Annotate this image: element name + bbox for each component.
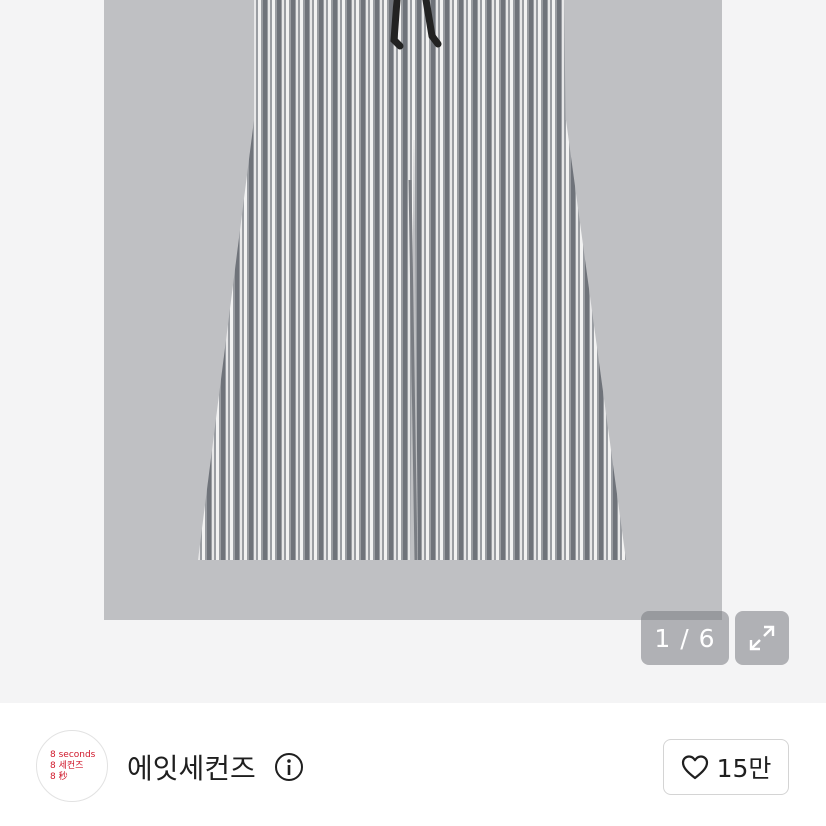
info-icon[interactable] [274, 752, 304, 782]
shop-name[interactable]: 에잇세컨즈 [127, 747, 256, 787]
like-count: 15만 [716, 754, 772, 783]
image-counter: 1 / 6 [641, 611, 729, 665]
like-button[interactable]: 15만 [663, 739, 789, 795]
heart-icon [681, 755, 708, 780]
expand-icon [749, 625, 775, 651]
image-counter-text: 1 / 6 [654, 623, 716, 653]
striped-pants-image [198, 0, 626, 561]
shop-logo[interactable]: 8 seconds 8 세컨즈 8 秒 [36, 730, 108, 802]
expand-button[interactable] [735, 611, 789, 665]
logo-line-3: 8 秒 [50, 771, 68, 782]
product-photo[interactable] [104, 0, 722, 620]
product-image-gallery[interactable]: 1 / 6 [0, 0, 826, 703]
logo-line-2: 8 세컨즈 [50, 760, 84, 771]
logo-line-1: 8 seconds [50, 749, 96, 760]
